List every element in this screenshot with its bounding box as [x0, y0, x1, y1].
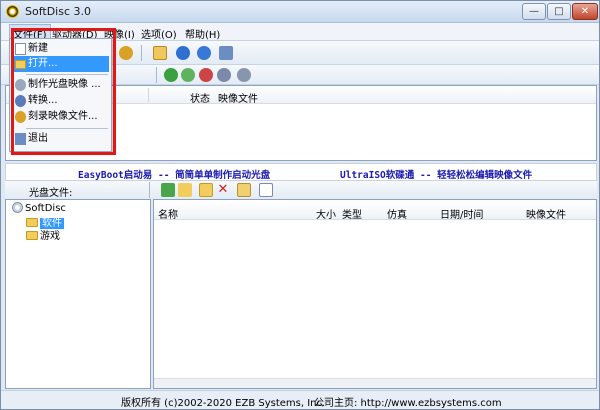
app-window: SoftDisc 3.0 — □ ✕ 文件(F) 驱动器(D) 映像(I) 选项… — [0, 0, 600, 410]
info-icon[interactable] — [176, 46, 190, 60]
properties-icon[interactable] — [259, 183, 273, 197]
new-folder-icon[interactable] — [178, 183, 192, 197]
column-size[interactable]: 大小 — [316, 206, 336, 221]
toolbar-divider — [149, 182, 150, 198]
tree-item-games[interactable]: 游戏 — [26, 227, 60, 242]
help-icon[interactable] — [197, 46, 211, 60]
banner-ultraiso[interactable]: UltraISO软碟通 -- 轻轻松松编辑映像文件 — [340, 167, 532, 181]
settings-icon[interactable] — [237, 68, 251, 82]
folder-icon — [26, 231, 38, 240]
column-image-file[interactable]: 映像文件 — [526, 206, 566, 221]
column-status[interactable]: 状态 — [190, 90, 210, 105]
promo-banner: EasyBoot启动易 -- 简简单单制作启动光盘 UltraISO软碟通 --… — [5, 163, 597, 181]
annotation-highlight-box — [11, 28, 116, 155]
column-datetime[interactable]: 日期/时间 — [440, 206, 483, 221]
disc-tree[interactable]: SoftDisc 软件 游戏 — [5, 199, 151, 389]
disc-files-bar: 光盘文件: ✕ — [5, 181, 597, 199]
toolbar-divider — [156, 67, 157, 83]
window-title: SoftDisc 3.0 — [25, 5, 91, 18]
disc-icon — [12, 202, 23, 213]
disc-files-label: 光盘文件: — [29, 188, 73, 199]
app-logo-icon — [6, 5, 19, 18]
add-folder-icon[interactable] — [199, 183, 213, 197]
column-image-file[interactable]: 映像文件 — [218, 90, 258, 105]
burn-disc-icon[interactable] — [119, 46, 133, 60]
minimize-button[interactable]: — — [522, 3, 546, 20]
column-emulation[interactable]: 仿真 — [387, 206, 407, 221]
tree-root[interactable]: SoftDisc — [12, 202, 66, 214]
toolbar-divider — [141, 45, 142, 61]
disc-file-list[interactable]: 名称 大小 类型 仿真 日期/时间 映像文件 — [153, 199, 597, 389]
eject-icon[interactable] — [199, 68, 213, 82]
rename-icon[interactable] — [237, 183, 251, 197]
delete-icon[interactable]: ✕ — [216, 183, 230, 197]
up-folder-icon[interactable] — [161, 183, 175, 197]
column-name[interactable]: 名称 — [158, 206, 178, 221]
column-divider — [148, 88, 149, 102]
remove-icon[interactable] — [217, 68, 231, 82]
homepage-link[interactable]: 公司主页: http://www.ezbsystems.com — [314, 394, 502, 409]
title-bar: SoftDisc 3.0 — □ ✕ — [1, 1, 599, 23]
copyright-text: 版权所有 (c)2002-2020 EZB Systems, Inc. — [121, 398, 326, 409]
properties-icon[interactable] — [153, 46, 167, 60]
menu-help[interactable]: 帮助(H) — [182, 25, 223, 42]
status-bar: 版权所有 (c)2002-2020 EZB Systems, Inc. 公司主页… — [1, 390, 599, 409]
banner-easyboot[interactable]: EasyBoot启动易 -- 简简单单制作启动光盘 — [78, 167, 270, 181]
maximize-button[interactable]: □ — [547, 3, 571, 20]
folder-icon — [26, 218, 38, 227]
menu-options[interactable]: 选项(O) — [138, 25, 180, 42]
horizontal-scrollbar[interactable] — [154, 378, 596, 388]
column-type[interactable]: 类型 — [342, 206, 362, 221]
tree-item-label: 游戏 — [40, 231, 60, 242]
file-list-header: 名称 大小 类型 仿真 日期/时间 映像文件 — [154, 202, 596, 221]
close-button[interactable]: ✕ — [572, 3, 598, 20]
mount-icon[interactable] — [164, 68, 178, 82]
tree-root-label: SoftDisc — [25, 203, 66, 214]
exit-icon[interactable] — [219, 46, 233, 60]
unmount-icon[interactable] — [181, 68, 195, 82]
